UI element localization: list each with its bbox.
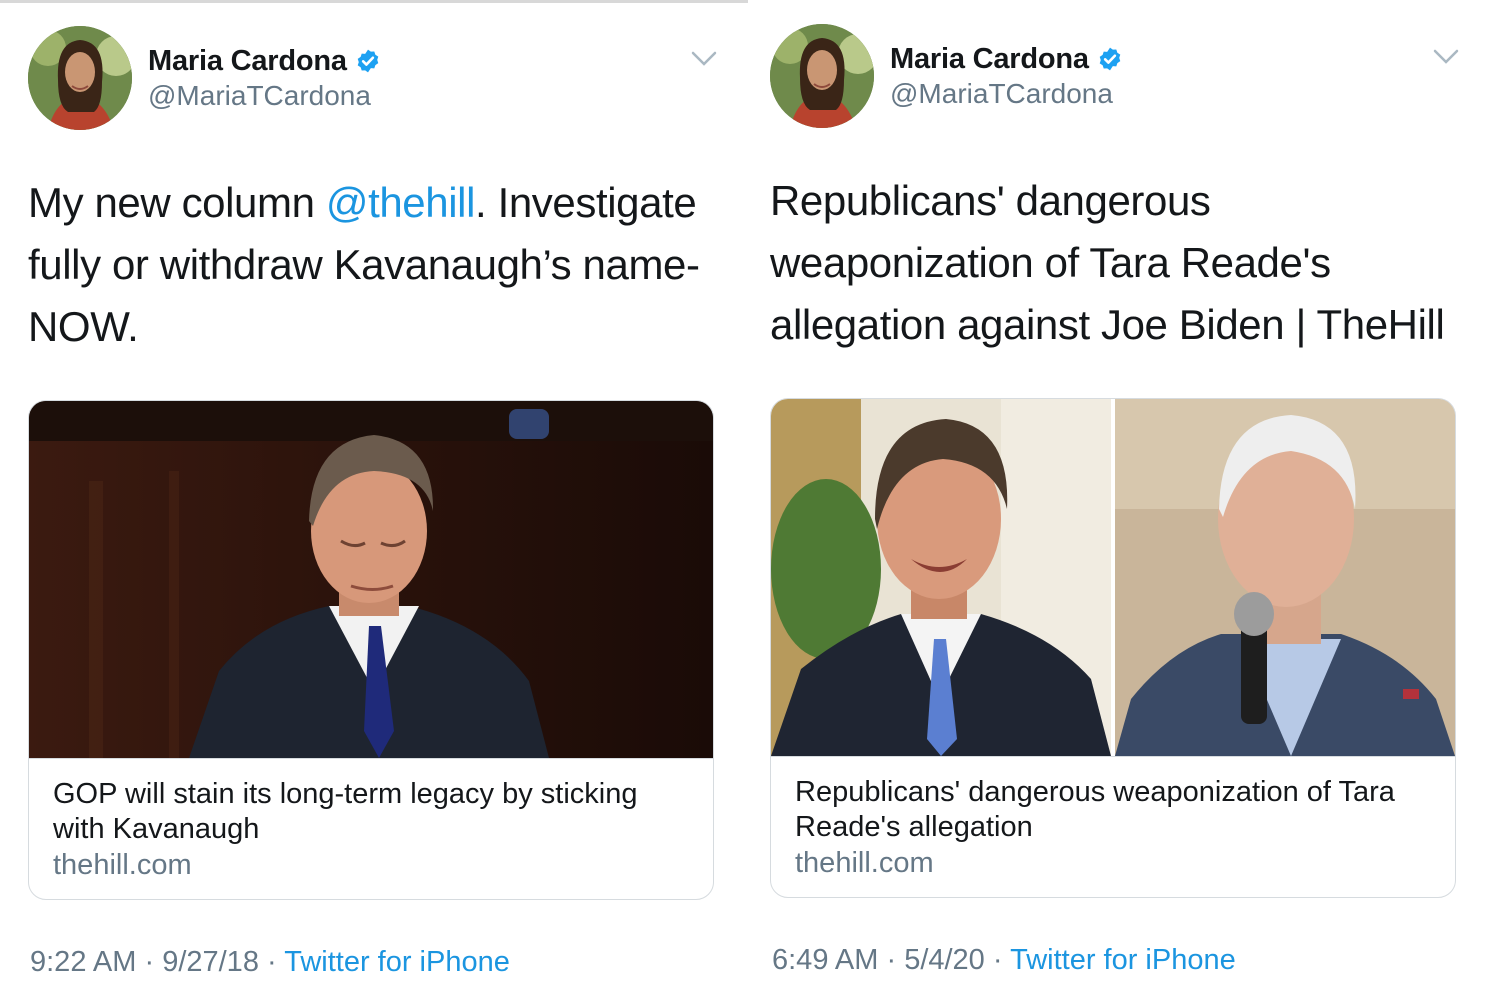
tweet-date[interactable]: 9/27/18: [162, 946, 259, 978]
verified-badge-icon: [1099, 47, 1121, 71]
chevron-down-icon[interactable]: [1432, 46, 1460, 68]
avatar[interactable]: [770, 24, 874, 128]
tweet-header: Maria Cardona @MariaTCardona: [28, 26, 728, 132]
tweet-2020: Maria Cardona @MariaTCardona Republicans…: [770, 0, 1489, 994]
tweet-time[interactable]: 9:22 AM: [30, 946, 136, 978]
display-name[interactable]: Maria Cardona: [148, 45, 347, 78]
card-image: [771, 399, 1455, 756]
link-card[interactable]: Republicans' dangerous weaponization of …: [770, 398, 1456, 898]
tweet-text-part: Republicans' dangerous weaponization of …: [770, 177, 1445, 348]
tweet-date[interactable]: 5/4/20: [904, 944, 985, 976]
user-names: Maria Cardona @MariaTCardona: [890, 42, 1123, 110]
card-body: GOP will stain its long-term legacy by s…: [29, 758, 713, 899]
card-title: GOP will stain its long-term legacy by s…: [53, 778, 638, 845]
tweet-text-part: My new column: [28, 179, 326, 226]
tweet-header: Maria Cardona @MariaTCardona: [770, 24, 1470, 130]
tweet-meta: 9:22 AM · 9/27/18 · Twitter for iPhone: [30, 946, 510, 979]
tweet-2018: Maria Cardona @MariaTCardona My new colu…: [28, 0, 748, 994]
user-names: Maria Cardona @MariaTCardona: [148, 44, 381, 112]
handle[interactable]: @MariaTCardona: [890, 78, 1123, 110]
card-body: Republicans' dangerous weaponization of …: [771, 756, 1455, 897]
avatar[interactable]: [28, 26, 132, 130]
tweet-text: Republicans' dangerous weaponization of …: [770, 170, 1470, 356]
card-image: [29, 401, 713, 758]
tweet-meta: 6:49 AM · 5/4/20 · Twitter for iPhone: [772, 944, 1236, 977]
tweet-source-link[interactable]: Twitter for iPhone: [284, 946, 510, 978]
card-domain: thehill.com: [795, 847, 934, 879]
meta-separator: ·: [136, 946, 163, 978]
handle[interactable]: @MariaTCardona: [148, 80, 381, 112]
meta-separator: ·: [878, 944, 905, 976]
tweet-source-link[interactable]: Twitter for iPhone: [1010, 944, 1236, 976]
tweet-time[interactable]: 6:49 AM: [772, 944, 878, 976]
chevron-down-icon[interactable]: [690, 48, 718, 70]
verified-badge-icon: [357, 49, 379, 73]
tweet-text: My new column @thehill. Investigate full…: [28, 172, 733, 358]
display-name[interactable]: Maria Cardona: [890, 43, 1089, 76]
link-card[interactable]: GOP will stain its long-term legacy by s…: [28, 400, 714, 900]
card-domain: thehill.com: [53, 849, 192, 881]
card-title: Republicans' dangerous weaponization of …: [795, 776, 1395, 843]
meta-separator: ·: [984, 944, 1011, 976]
mention-link[interactable]: @thehill: [326, 179, 476, 226]
meta-separator: ·: [258, 946, 285, 978]
